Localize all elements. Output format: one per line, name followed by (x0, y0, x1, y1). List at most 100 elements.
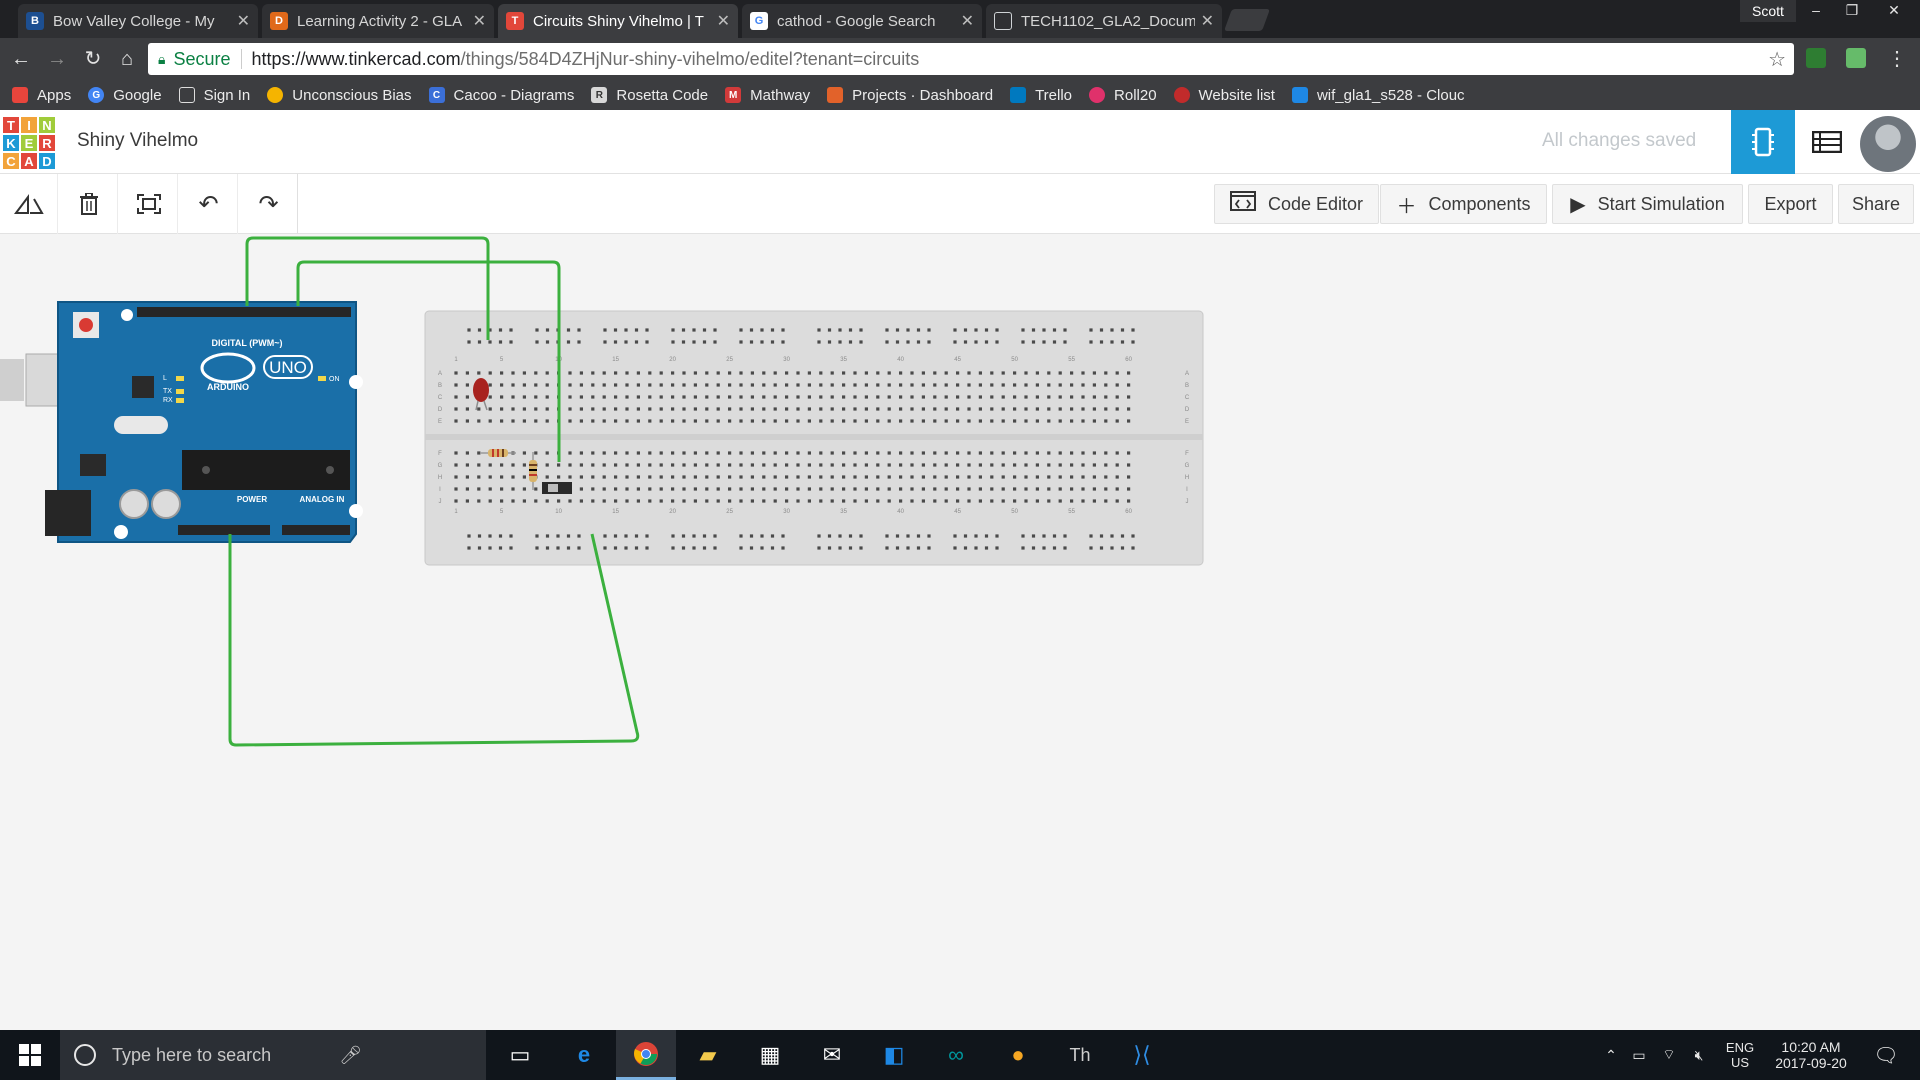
breadboard-hole (500, 499, 504, 503)
windows-start-icon[interactable] (0, 1030, 60, 1080)
components-button[interactable]: ＋ Components (1380, 184, 1547, 224)
bookmark-roll20[interactable]: Roll20 (1089, 87, 1157, 104)
breadboard-hole (1047, 451, 1051, 455)
breadboard-hole (762, 451, 766, 455)
breadboard-row-letter: C (1185, 395, 1190, 401)
menu-icon[interactable]: ⋮ (1884, 46, 1910, 72)
bookmark-unconscious-bias[interactable]: Unconscious Bias (267, 87, 412, 104)
breadboard-hole (659, 395, 663, 399)
bookmark-cacoo[interactable]: C Cacoo - Diagrams (428, 87, 574, 104)
close-tab-icon[interactable]: ✕ (1201, 11, 1214, 31)
breadboard-hole (1070, 487, 1074, 491)
switch-slider[interactable] (548, 484, 558, 492)
export-button[interactable]: Export (1748, 184, 1833, 224)
store-icon[interactable]: ▦ (740, 1030, 800, 1080)
language-indicator[interactable]: ENG US (1718, 1030, 1762, 1080)
breadboard-hole (545, 534, 550, 538)
wire-gnd-to-rail[interactable] (228, 533, 640, 747)
bookmark-apps[interactable]: Apps (12, 87, 71, 104)
design-title[interactable]: Shiny Vihelmo (77, 130, 198, 152)
breadboard-hole (454, 451, 458, 455)
visual-studio-code-icon[interactable]: ⟩⟨ (1112, 1030, 1172, 1080)
app-icon[interactable]: Th (1050, 1030, 1110, 1080)
avatar[interactable] (1860, 116, 1916, 172)
file-explorer-icon[interactable]: ▰ (678, 1030, 738, 1080)
breadboard-hole (921, 463, 925, 467)
code-editor-button[interactable]: Code Editor (1214, 184, 1379, 224)
chrome-icon[interactable] (616, 1030, 676, 1080)
tinkercad-logo[interactable]: T I N K E R C A D (2, 116, 56, 170)
tab-google-search[interactable]: G cathod - Google Search ✕ (742, 4, 982, 38)
bookmark-rosetta-code[interactable]: R Rosetta Code (591, 87, 708, 104)
new-tab-button[interactable] (1223, 9, 1271, 31)
rotate-icon[interactable] (0, 174, 58, 234)
minimize-icon[interactable]: – (1798, 0, 1834, 22)
home-icon[interactable]: ⌂ (114, 46, 140, 72)
close-tab-icon[interactable]: ✕ (473, 11, 486, 31)
circuit-workspace[interactable]: DIGITAL (PWM~) ARDUINO UNO L TX RX ON PO… (0, 234, 1920, 1030)
close-window-icon[interactable]: ✕ (1870, 0, 1918, 22)
edge-icon[interactable]: e (554, 1030, 614, 1080)
tab-bow-valley[interactable]: B Bow Valley College - My ✕ (18, 4, 258, 38)
breadboard-hole (762, 463, 766, 467)
share-button[interactable]: Share (1838, 184, 1914, 224)
breadboard-hole (671, 328, 675, 332)
breadboard-hole (645, 340, 649, 344)
restore-icon[interactable]: ❐ (1834, 0, 1870, 22)
back-icon[interactable]: ← (8, 46, 34, 72)
circuit-canvas[interactable]: DIGITAL (PWM~) ARDUINO UNO L TX RX ON PO… (0, 234, 1920, 1030)
close-tab-icon[interactable]: ✕ (717, 11, 730, 31)
slide-switch[interactable] (542, 482, 572, 494)
bookmark-star-icon[interactable]: ☆ (1768, 47, 1786, 72)
logo-letter: N (38, 116, 56, 134)
wifi-icon[interactable]: ⌔ (1656, 1030, 1682, 1080)
bookmark-projects-dashboard[interactable]: Projects · Dashboard (827, 87, 993, 104)
bookmark-google[interactable]: G Google (88, 87, 162, 104)
arduino-uno-board[interactable]: DIGITAL (PWM~) ARDUINO UNO L TX RX ON PO… (45, 301, 363, 543)
notifications-icon[interactable]: 🗨︎ (1866, 1030, 1906, 1080)
bookmark-sign-in[interactable]: Sign In (178, 87, 250, 104)
breadboard-hole (682, 451, 686, 455)
reset-button[interactable] (79, 318, 93, 332)
breadboard-hole (817, 340, 821, 344)
bookmark-mathway[interactable]: M Mathway (725, 87, 810, 104)
close-tab-icon[interactable]: ✕ (961, 11, 974, 31)
volume-muted-icon[interactable]: 🔇︎ (1686, 1030, 1712, 1080)
tab-tech1102-doc[interactable]: TECH1102_GLA2_Docum ✕ (986, 4, 1222, 38)
task-view-icon[interactable]: ▭ (490, 1030, 550, 1080)
arduino-ide-icon[interactable]: ∞ (926, 1030, 986, 1080)
bookmark-label: wif_gla1_s528 - Clouc (1316, 86, 1465, 104)
fit-view-icon[interactable] (120, 174, 178, 234)
component-list-view-button[interactable] (1795, 110, 1859, 174)
tab-title: TECH1102_GLA2_Docum (1021, 12, 1195, 30)
extension-icon[interactable] (1846, 48, 1866, 68)
bookmark-website-list[interactable]: Website list (1173, 87, 1275, 104)
tray-overflow-icon[interactable]: ⌃ (1600, 1030, 1622, 1080)
tab-circuits-shiny-vihelmo[interactable]: T Circuits Shiny Vihelmo | T ✕ (498, 4, 738, 38)
tab-learning-activity[interactable]: D Learning Activity 2 - GLA ✕ (262, 4, 494, 38)
start-simulation-button[interactable]: ▶ Start Simulation (1552, 184, 1743, 224)
app-icon[interactable]: ◧ (864, 1030, 924, 1080)
close-tab-icon[interactable]: ✕ (237, 11, 250, 31)
breadboard[interactable]: 1155101015152020252530303535404045455050… (424, 310, 1204, 566)
bookmark-trello[interactable]: Trello (1010, 87, 1072, 104)
microphone-icon[interactable]: 🎤︎ (339, 1045, 362, 1066)
profile-chip[interactable]: Scott (1740, 0, 1796, 22)
breadboard-hole (838, 534, 842, 538)
bookmark-wif-gla1[interactable]: wif_gla1_s528 - Clouc (1291, 86, 1465, 104)
delete-icon[interactable] (60, 174, 118, 234)
battery-icon[interactable]: ▭ (1626, 1030, 1652, 1080)
breadboard-hole (956, 487, 960, 491)
mail-icon[interactable]: ✉ (802, 1030, 862, 1080)
url-field[interactable]: 🔒︎ Secure https://www.tinkercad.com /thi… (148, 43, 1794, 75)
circuit-view-button[interactable] (1731, 110, 1795, 174)
redo-icon[interactable]: ↷ (240, 174, 298, 234)
forward-icon[interactable]: → (44, 46, 70, 72)
taskbar-search-field[interactable]: Type here to search 🎤︎ (60, 1030, 486, 1080)
breadboard-hole (522, 371, 526, 375)
undo-icon[interactable]: ↶ (180, 174, 238, 234)
reload-icon[interactable]: ↻ (80, 46, 106, 72)
extension-icon[interactable] (1806, 48, 1826, 68)
app-icon[interactable]: ● (988, 1030, 1048, 1080)
clock[interactable]: 10:20 AM 2017-09-20 (1766, 1030, 1856, 1080)
